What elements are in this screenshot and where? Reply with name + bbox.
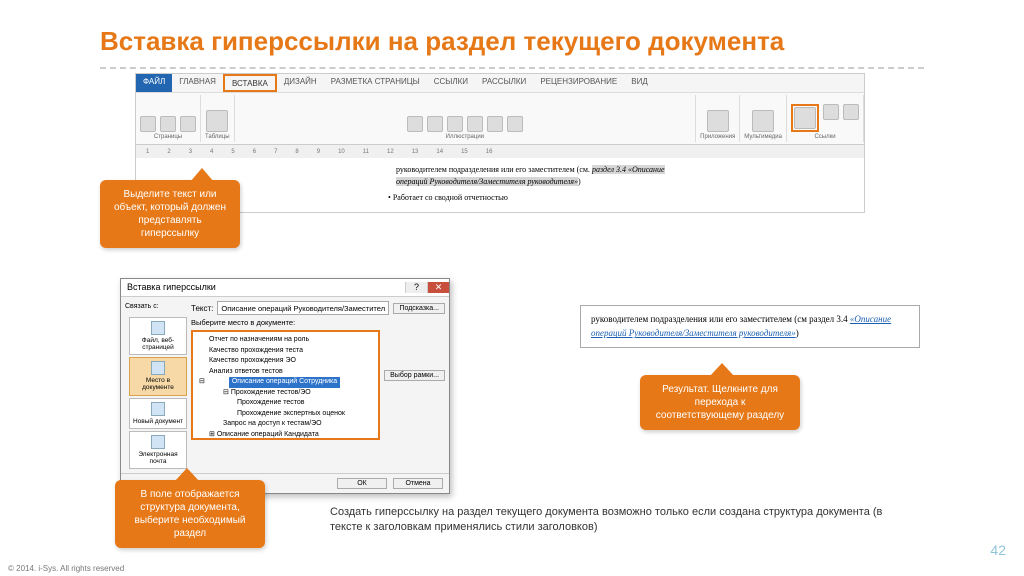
bullet-text: Работает со сводной отчетностью bbox=[393, 193, 508, 202]
apps-icon[interactable] bbox=[707, 110, 729, 132]
result-preview: руководителем подразделения или его заме… bbox=[580, 305, 920, 348]
screenshot-icon[interactable] bbox=[507, 116, 523, 132]
doc-text: руководителем подразделения или его заме… bbox=[396, 165, 590, 174]
dialog-titlebar: Вставка гиперссылки ? ✕ bbox=[121, 279, 449, 297]
copyright: © 2014. i-Sys. All rights reserved bbox=[8, 564, 124, 573]
tree-item[interactable]: Качество прохождения теста bbox=[197, 346, 374, 357]
cancel-button[interactable]: Отмена bbox=[393, 478, 443, 489]
ribbon-tabs: ФАЙЛ ГЛАВНАЯ ВСТАВКА ДИЗАЙН РАЗМЕТКА СТР… bbox=[136, 74, 864, 92]
document-body[interactable]: руководителем подразделения или его заме… bbox=[136, 158, 864, 212]
side-place-in-doc[interactable]: Место в документе bbox=[129, 357, 187, 395]
side-email[interactable]: Электронная почта bbox=[129, 431, 187, 469]
tree-item[interactable]: ⊟ Прохождение тестов/ЭО bbox=[197, 388, 374, 399]
target-frame-button[interactable]: Выбор рамки... bbox=[384, 370, 445, 381]
group-pages: Страницы bbox=[136, 95, 201, 142]
ok-button[interactable]: ОК bbox=[337, 478, 387, 489]
tree-item[interactable]: Запрос на доступ к тестам/ЭО bbox=[197, 419, 374, 430]
tree-item[interactable]: Отчет по назначениям на роль bbox=[197, 335, 374, 346]
callout-result: Результат. Щелкните для перехода к соотв… bbox=[640, 375, 800, 430]
new-doc-icon bbox=[151, 402, 165, 416]
tree-item[interactable]: Анализ ответов тестов bbox=[197, 367, 374, 378]
cover-page-icon[interactable] bbox=[140, 116, 156, 132]
text-label: Текст: bbox=[191, 304, 213, 313]
side-new-doc[interactable]: Новый документ bbox=[129, 398, 187, 429]
side-file-web[interactable]: Файл, веб-страницей bbox=[129, 317, 187, 355]
tree-item[interactable]: Прохождение тестов bbox=[197, 398, 374, 409]
page-number: 42 bbox=[990, 542, 1006, 558]
email-icon bbox=[151, 435, 165, 449]
callout-tree: В поле отображается структура документа,… bbox=[115, 480, 265, 548]
group-tables: Таблицы bbox=[201, 95, 235, 142]
doc-place-icon bbox=[151, 361, 165, 375]
smartart-icon[interactable] bbox=[467, 116, 483, 132]
tree-item-selected[interactable]: Описание операций Сотрудника bbox=[229, 377, 340, 388]
group-media: Мультимедиа bbox=[740, 95, 787, 142]
selected-text-2: операций Руководителя/Заместителя руково… bbox=[396, 177, 578, 186]
table-icon[interactable] bbox=[206, 110, 228, 132]
help-button[interactable]: ? bbox=[405, 282, 427, 293]
close-button[interactable]: ✕ bbox=[427, 282, 449, 293]
group-apps: Приложения bbox=[696, 95, 740, 142]
video-icon[interactable] bbox=[752, 110, 774, 132]
dialog-main: Текст: Подсказка... Выберите место в док… bbox=[191, 301, 445, 469]
bookmark-icon[interactable] bbox=[823, 104, 839, 120]
shapes-icon[interactable] bbox=[447, 116, 463, 132]
tab-mailings[interactable]: РАССЫЛКИ bbox=[475, 74, 533, 92]
blank-page-icon[interactable] bbox=[160, 116, 176, 132]
online-pictures-icon[interactable] bbox=[427, 116, 443, 132]
dialog-title: Вставка гиперссылки bbox=[127, 282, 216, 293]
chart-icon[interactable] bbox=[487, 116, 503, 132]
tab-layout[interactable]: РАЗМЕТКА СТРАНИЦЫ bbox=[324, 74, 427, 92]
page-break-icon[interactable] bbox=[180, 116, 196, 132]
slide-title: Вставка гиперссылки на раздел текущего д… bbox=[0, 0, 1024, 57]
display-text-input[interactable] bbox=[217, 301, 389, 315]
divider bbox=[100, 67, 924, 69]
tree-item[interactable]: ⊞ Описание операций Кандидата bbox=[197, 430, 374, 441]
crossref-icon[interactable] bbox=[843, 104, 859, 120]
instruction-text: Создать гиперссылку на раздел текущего д… bbox=[330, 505, 890, 536]
dialog-sidebar: Файл, веб-страницей Место в документе Но… bbox=[129, 317, 187, 469]
globe-icon bbox=[151, 321, 165, 335]
tab-home[interactable]: ГЛАВНАЯ bbox=[172, 74, 223, 92]
hyperlink-dialog: Вставка гиперссылки ? ✕ Связать с: Файл,… bbox=[120, 278, 450, 494]
document-tree[interactable]: Отчет по назначениям на роль Качество пр… bbox=[191, 330, 380, 440]
group-illustrations: Иллюстрации bbox=[235, 95, 697, 142]
tree-item[interactable]: Качество прохождения ЭО bbox=[197, 356, 374, 367]
select-place-label: Выберите место в документе: bbox=[191, 318, 445, 327]
ribbon-groups: Страницы Таблицы Иллюстрации Приложения … bbox=[136, 92, 864, 144]
ruler: 12345678910111213141516 bbox=[136, 144, 864, 158]
tab-view[interactable]: ВИД bbox=[624, 74, 655, 92]
group-links: Ссылки bbox=[787, 95, 864, 142]
tab-insert[interactable]: ВСТАВКА bbox=[223, 74, 277, 92]
selected-text: раздел 3.4 «Описание bbox=[592, 165, 665, 174]
tab-design[interactable]: ДИЗАЙН bbox=[277, 74, 324, 92]
tab-review[interactable]: РЕЦЕНЗИРОВАНИЕ bbox=[533, 74, 624, 92]
screentip-button[interactable]: Подсказка... bbox=[393, 303, 445, 314]
tab-refs[interactable]: ССЫЛКИ bbox=[427, 74, 475, 92]
callout-select-text: Выделите текст или объект, который долже… bbox=[100, 180, 240, 248]
tab-file[interactable]: ФАЙЛ bbox=[136, 74, 172, 92]
hyperlink-icon[interactable] bbox=[794, 107, 816, 129]
ribbon: ФАЙЛ ГЛАВНАЯ ВСТАВКА ДИЗАЙН РАЗМЕТКА СТР… bbox=[135, 73, 865, 213]
tree-item[interactable]: Прохождение экспертных оценок bbox=[197, 409, 374, 420]
pictures-icon[interactable] bbox=[407, 116, 423, 132]
